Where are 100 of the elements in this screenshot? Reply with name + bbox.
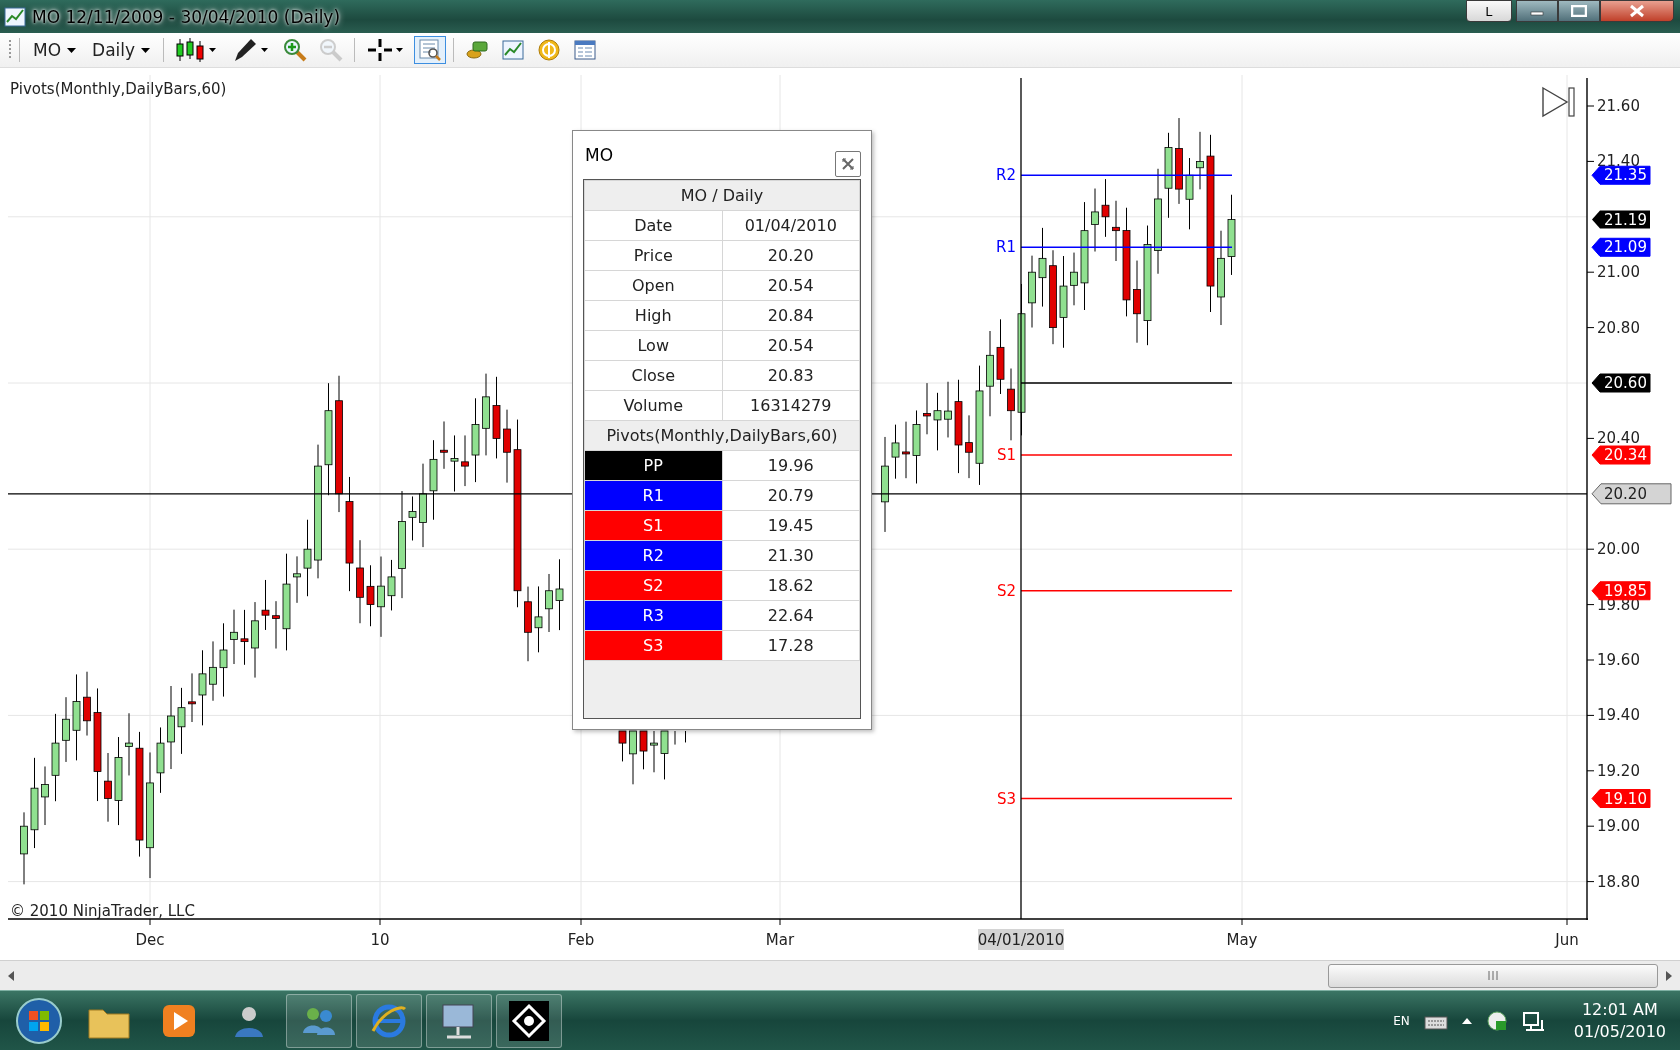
price-tick-label: 20.00 [1597,540,1640,559]
zoom-out-icon [319,38,344,62]
network-status-icon[interactable] [1485,1009,1508,1032]
table-cell: Price [584,240,722,271]
table-cell: 19.45 [722,510,860,541]
grip-icon [1488,971,1498,980]
pivot-name-cell: R2 [584,540,722,571]
table-cell: 20.84 [722,300,860,331]
data-box-title: MO [584,145,614,167]
candlestick [240,609,249,666]
crosshair-price-marker: 20.20 [1591,483,1672,505]
taskbar-button[interactable] [496,993,562,1048]
price-marker: 20.34 [1591,445,1651,465]
show-hidden-icons-icon[interactable] [1461,1017,1472,1024]
candlestick [639,730,648,770]
candlestick [1070,252,1078,306]
table-cell: Volume [584,390,722,421]
candlestick [965,414,973,479]
price-marker: 19.10 [1591,789,1651,808]
candlestick [41,765,49,826]
candlestick [293,555,301,604]
candlestick [440,420,448,470]
toolbar-grip-icon [8,39,12,61]
candlestick [685,730,686,743]
pivot-name-cell: S3 [584,630,722,661]
candlestick [1091,188,1099,252]
table-cell: Open [584,270,722,301]
candlestick [1112,200,1120,262]
candlestick [156,726,165,794]
candlestick [902,421,910,479]
language-indicator[interactable]: EN [1393,1013,1410,1028]
table-cell: 21.30 [722,540,860,571]
close-icon [840,156,856,172]
price-tick-label: 19.60 [1597,651,1640,669]
price-tick-label: 21.60 [1597,97,1640,115]
candlestick [261,579,270,631]
price-marker: 20.60 [1591,373,1651,393]
pivot-name-cell: R1 [584,480,722,511]
maximize-button[interactable] [1558,0,1600,22]
left-arrow-icon [8,970,14,981]
table-cell: 20.54 [722,270,860,301]
price-marker: 21.09 [1591,237,1651,257]
candlestick [272,600,280,650]
table-cell: 20.83 [722,360,860,391]
candlestick [944,381,952,438]
diamond-logo-icon [508,999,550,1042]
period-dropdown[interactable]: Daily [86,38,157,62]
computer-tray-icon[interactable] [1521,1009,1546,1032]
candlestick [618,730,627,762]
close-button[interactable] [835,151,861,177]
table-header: Pivots(Monthly,DailyBars,60) [584,420,860,451]
scroll-to-end-icon[interactable] [1542,86,1575,118]
pivot-name-cell: S1 [584,510,722,541]
table-cell: High [584,300,722,331]
close-icon [1629,4,1645,18]
candlestick [366,564,375,627]
pivot-label: S3 [996,789,1016,808]
clock[interactable]: 12:01 AM 01/05/2010 [1559,998,1666,1043]
table-cell: 18.62 [722,570,860,601]
price-tick-label: 18.80 [1597,872,1640,891]
table-cell: Close [584,360,722,391]
table-cell: 16314279 [722,390,860,421]
account-button[interactable]: L [1466,0,1512,22]
table-cell: Low [584,330,722,361]
candlestick [230,609,238,665]
scrollbar-thumb[interactable] [1328,963,1658,988]
table-cell: 22.64 [722,600,860,631]
table-cell: Date [584,210,722,241]
copyright-text: © 2010 NinjaTrader, LLC [10,902,195,920]
candlestick [650,730,658,773]
candlestick [387,559,396,611]
caret-icon [141,47,151,53]
candlestick [450,434,459,492]
pivot-name-cell: S2 [584,570,722,601]
table-header: MO / Daily [584,180,860,211]
table-cell: 20.79 [722,480,860,511]
date-tick-label: Dec [135,931,165,949]
table-cell: 17.28 [722,630,860,661]
window-title: MO 12/11/2009 - 30/04/2010 (Daily) [32,6,342,27]
minimize-button[interactable] [1516,0,1558,22]
close-button[interactable] [1600,0,1674,22]
instrument-dropdown[interactable]: MO [27,38,83,62]
table-cell: 20.20 [722,240,860,271]
candlestick [660,730,669,780]
price-tick-label: 19.40 [1597,706,1640,725]
date-tick-label: Mar [765,931,795,949]
price-tick-label: 19.00 [1597,817,1640,836]
crosshair-date-label: 04/01/2010 [977,929,1065,950]
date-tick-label: Feb [567,931,595,949]
line-chart-icon [501,38,526,62]
data-box-icon [418,38,443,62]
table-cell: 01/04/2010 [722,210,860,241]
candlestick [534,585,543,653]
right-arrow-icon [1666,970,1672,981]
caret-icon [67,47,77,53]
chart-window-icon [4,6,26,27]
candlestick [461,434,469,487]
price-tick-label: 20.80 [1597,318,1640,337]
indicator-label: Pivots(Monthly,DailyBars,60) [10,80,227,98]
price-tick-label: 20.40 [1597,429,1640,448]
